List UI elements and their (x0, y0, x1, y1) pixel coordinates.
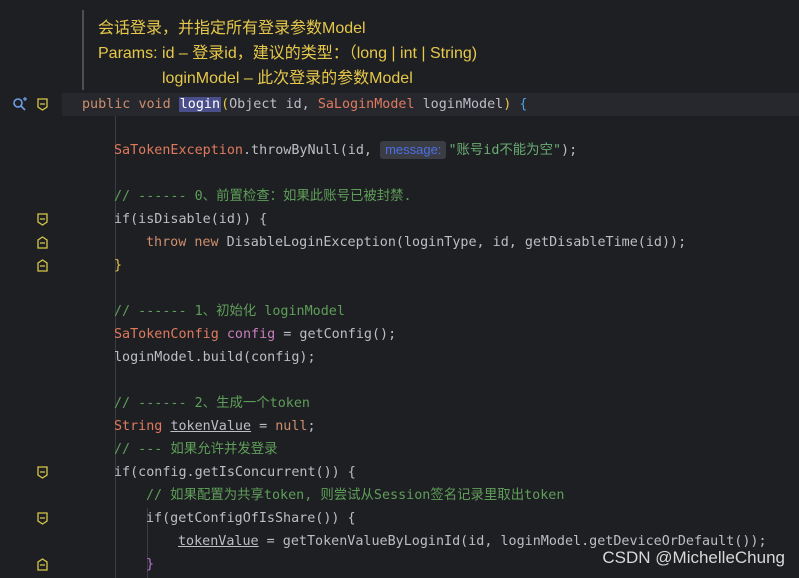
fold-icon[interactable] (37, 558, 48, 571)
keyword: public (82, 97, 131, 112)
code-editor[interactable]: 会话登录，并指定所有登录参数Model Params: id – 登录id，建议… (0, 0, 799, 578)
code-line[interactable]: } (146, 554, 154, 576)
code-line[interactable]: SaTokenException.throwByNull(id, message… (114, 140, 577, 162)
code-line-signature[interactable]: public void login(Object id, SaLoginMode… (82, 94, 527, 116)
code-line[interactable]: throw new DisableLoginException(loginTyp… (146, 232, 686, 254)
code-line[interactable]: String tokenValue = null; (114, 416, 316, 438)
param-name: id, (285, 97, 310, 112)
code-line[interactable]: } (114, 255, 122, 277)
code-comment[interactable]: // --- 如果允许并发登录 (114, 439, 278, 461)
doc-param-loginmodel: loginModel – 此次登录的参数Model (162, 70, 413, 87)
rendered-javadoc: 会话登录，并指定所有登录参数Model Params: id – 登录id，建议… (82, 10, 799, 90)
param-type: Object (229, 97, 278, 112)
local-variable: tokenValue (170, 419, 252, 434)
code-line[interactable]: if(isDisable(id)) { (114, 209, 267, 231)
fold-icon[interactable] (37, 98, 48, 111)
watermark: CSDN @MichelleChung (602, 548, 785, 567)
keyword: void (138, 97, 171, 112)
implementations-icon[interactable] (12, 96, 28, 112)
code-comment[interactable]: // ------ 2、生成一个token (114, 393, 310, 415)
fold-icon[interactable] (37, 466, 48, 479)
code-line[interactable]: loginModel.build(config); (114, 347, 316, 369)
doc-params: Params: id – 登录id，建议的类型：（long | int | St… (98, 45, 478, 62)
parameter-hint: message: (380, 141, 447, 159)
doc-summary: 会话登录，并指定所有登录参数Model (98, 20, 366, 37)
code-line[interactable]: SaTokenConfig config = getConfig(); (114, 324, 396, 346)
local-variable: tokenValue (178, 534, 259, 549)
code-line[interactable]: if(config.getIsConcurrent()) { (114, 462, 356, 484)
fold-icon[interactable] (37, 512, 48, 525)
param-type: SaLoginModel (317, 97, 415, 112)
editor-gutter (0, 0, 62, 578)
fold-icon[interactable] (37, 259, 48, 272)
code-comment[interactable]: // ------ 1、初始化 loginModel (114, 301, 345, 323)
code-comment[interactable]: // ------ 0、前置检查：如果此账号已被封禁. (114, 186, 412, 208)
fold-icon[interactable] (37, 236, 48, 249)
method-name[interactable]: login (178, 97, 222, 112)
string-literal: "账号id不能为空" (448, 143, 562, 158)
fold-icon[interactable] (37, 213, 48, 226)
code-comment[interactable]: // 如果配置为共享token, 则尝试从Session签名记录里取出token (146, 485, 564, 507)
local-variable: config (226, 327, 276, 342)
code-line[interactable]: if(getConfigOfIsShare()) { (146, 508, 356, 530)
param-name: loginModel (422, 97, 504, 112)
